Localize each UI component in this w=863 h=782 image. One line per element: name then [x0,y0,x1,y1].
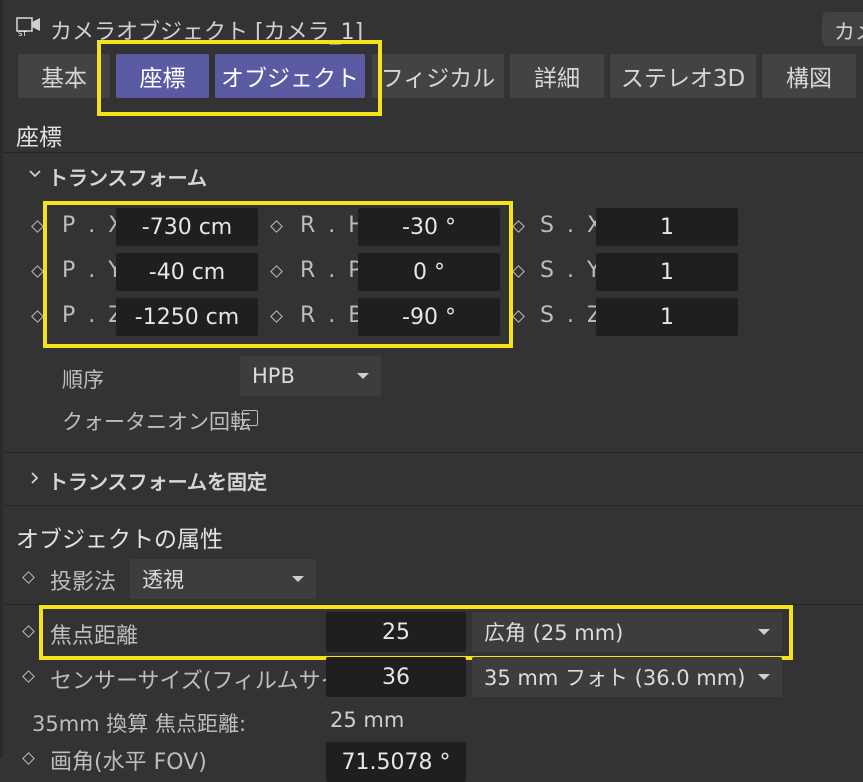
caret-down-icon [357,373,369,379]
tab-stereo3d[interactable]: ステレオ3D [610,54,756,98]
quaternion-checkbox[interactable] [242,410,258,426]
input-fov[interactable]: 71.5078 ° [326,742,466,782]
keyframe-diamond-icon[interactable] [31,310,44,323]
keyframe-diamond-icon[interactable] [22,670,35,683]
transform-group-header[interactable]: トランスフォーム [28,160,328,192]
sensor-preset-dropdown[interactable]: 35 mm フォト (36.0 mm) [472,657,782,697]
divider [0,452,863,453]
label-order: 順序 [62,368,104,392]
window-left-edge [0,0,3,758]
input-scale-z[interactable]: 1 [596,298,738,336]
keyframe-diamond-icon[interactable] [31,220,44,233]
value-35mm-equiv: 25 mm [330,708,405,732]
label-sensor-size: センサーサイズ(フィルムサイズ) [50,669,373,694]
section-title-coordinates: 座標 [16,125,62,151]
input-scale-y[interactable]: 1 [596,253,738,291]
caret-down-icon [292,576,304,582]
camera-object-icon: ST [16,17,42,38]
order-dropdown[interactable]: HPB [240,356,381,396]
keyframe-diamond-icon[interactable] [22,625,35,638]
tab-composition[interactable]: 構図 [762,54,856,98]
keyframe-diamond-icon[interactable] [512,265,525,278]
label-fov: 画角(水平 FOV) [50,750,207,775]
keyframe-diamond-icon[interactable] [22,752,35,765]
svg-text:ST: ST [18,30,27,37]
tab-details[interactable]: 詳細 [510,54,604,98]
input-sensor-size[interactable]: 36 [326,657,466,697]
header-right-button[interactable]: カメ [822,12,863,46]
label-scale-y: S . Y [540,258,604,283]
highlight-focal-length [39,605,793,660]
input-scale-x[interactable]: 1 [596,208,738,246]
highlight-tabs [97,40,382,116]
label-quaternion: クォータニオン回転 [62,410,251,434]
divider [0,152,863,153]
chevron-right-icon [28,470,42,484]
projection-dropdown[interactable]: 透視 [130,559,316,599]
section-title-object: オブジェクトの属性 [16,527,223,553]
tab-physical[interactable]: フィジカル [372,54,504,98]
keyframe-diamond-icon[interactable] [512,310,525,323]
highlight-transform-values [43,201,513,348]
keyframe-diamond-icon[interactable] [512,220,525,233]
keyframe-diamond-icon[interactable] [31,265,44,278]
label-35mm-equiv: 35mm 換算 焦点距離: [32,712,247,736]
keyframe-diamond-icon[interactable] [22,571,35,584]
freeze-transform-group-header[interactable]: トランスフォームを固定 [28,462,328,494]
label-projection: 投影法 [50,570,117,595]
divider [0,505,863,506]
chevron-down-icon [28,166,42,180]
caret-down-icon [758,674,770,680]
